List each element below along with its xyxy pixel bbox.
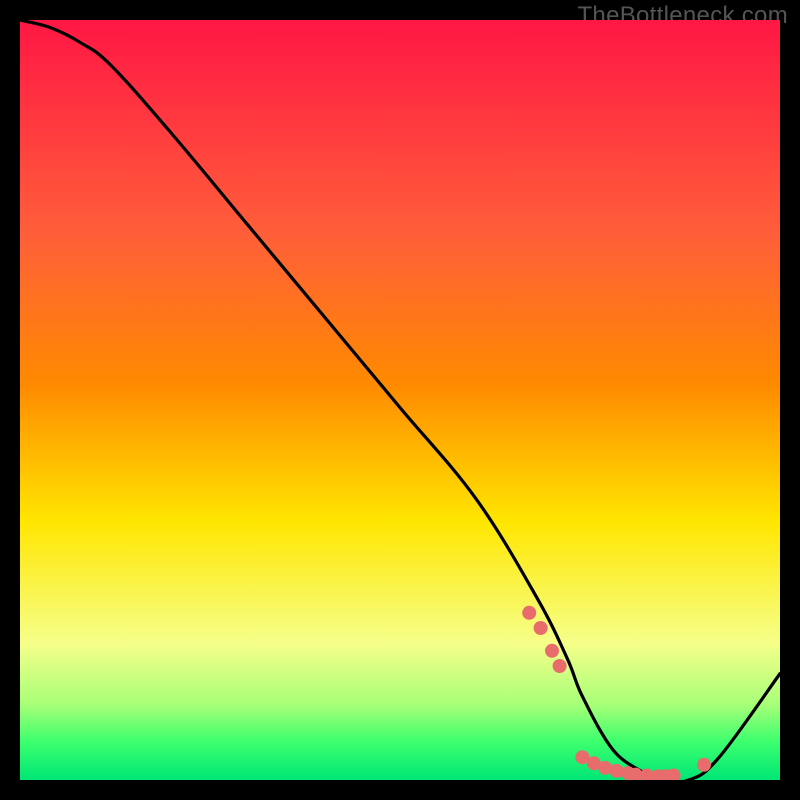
chart-svg xyxy=(20,20,780,780)
highlight-dot xyxy=(545,644,559,658)
highlight-dot xyxy=(553,659,567,673)
highlight-dot xyxy=(697,758,711,772)
highlight-dot xyxy=(522,606,536,620)
heat-background xyxy=(20,20,780,780)
chart xyxy=(20,20,780,780)
stage: TheBottleneck.com xyxy=(0,0,800,800)
highlight-dot xyxy=(534,621,548,635)
